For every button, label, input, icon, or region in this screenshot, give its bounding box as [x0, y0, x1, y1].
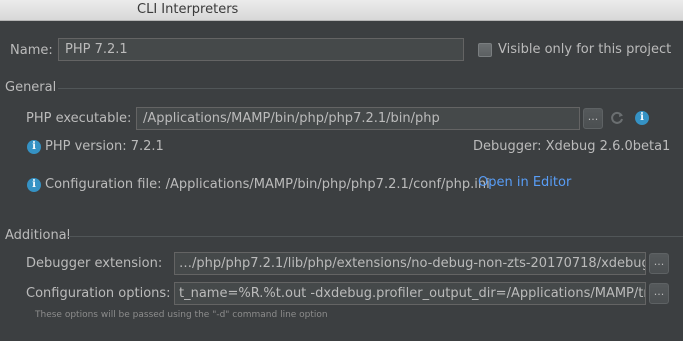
visible-only-checkbox[interactable]	[478, 43, 492, 57]
configuration-options-label: Configuration options:	[26, 286, 171, 301]
php-version-text: PHP version: 7.2.1	[45, 139, 164, 154]
open-in-editor-link[interactable]: Open in Editor	[478, 175, 571, 190]
info-icon[interactable]: i	[635, 111, 649, 125]
php-executable-label: PHP executable:	[26, 111, 132, 126]
configuration-options-hint: These options will be passed using the "…	[35, 310, 328, 320]
window-title: CLI Interpreters	[137, 2, 239, 17]
general-section-title: General	[5, 80, 57, 95]
general-separator	[58, 88, 683, 89]
configuration-options-input[interactable]: t_name=%R.%t.out -dxdebug.profiler_outpu…	[174, 282, 646, 305]
visible-only-label[interactable]: Visible only for this project	[498, 42, 671, 57]
debugger-text: Debugger: Xdebug 2.6.0beta1	[473, 139, 671, 154]
config-file-text: Configuration file: /Applications/MAMP/b…	[45, 177, 490, 192]
additional-separator	[68, 236, 683, 237]
title-bar: CLI Interpreters	[0, 0, 683, 21]
debugger-extension-input[interactable]: …/php/php7.2.1/lib/php/extensions/no-deb…	[174, 252, 646, 275]
debugger-extension-browse-button[interactable]: ...	[649, 253, 669, 274]
name-label: Name:	[10, 43, 53, 58]
additional-section-title: Additional	[5, 228, 71, 243]
debugger-extension-label: Debugger extension:	[26, 256, 163, 271]
configuration-options-browse-button[interactable]: ...	[649, 283, 669, 304]
info-icon: i	[27, 140, 41, 154]
refresh-icon[interactable]	[609, 110, 625, 126]
info-icon: i	[27, 178, 41, 192]
php-executable-input[interactable]: /Applications/MAMP/bin/php/php7.2.1/bin/…	[136, 107, 580, 130]
name-input[interactable]: PHP 7.2.1	[58, 38, 464, 61]
php-executable-browse-button[interactable]: ...	[583, 108, 603, 129]
